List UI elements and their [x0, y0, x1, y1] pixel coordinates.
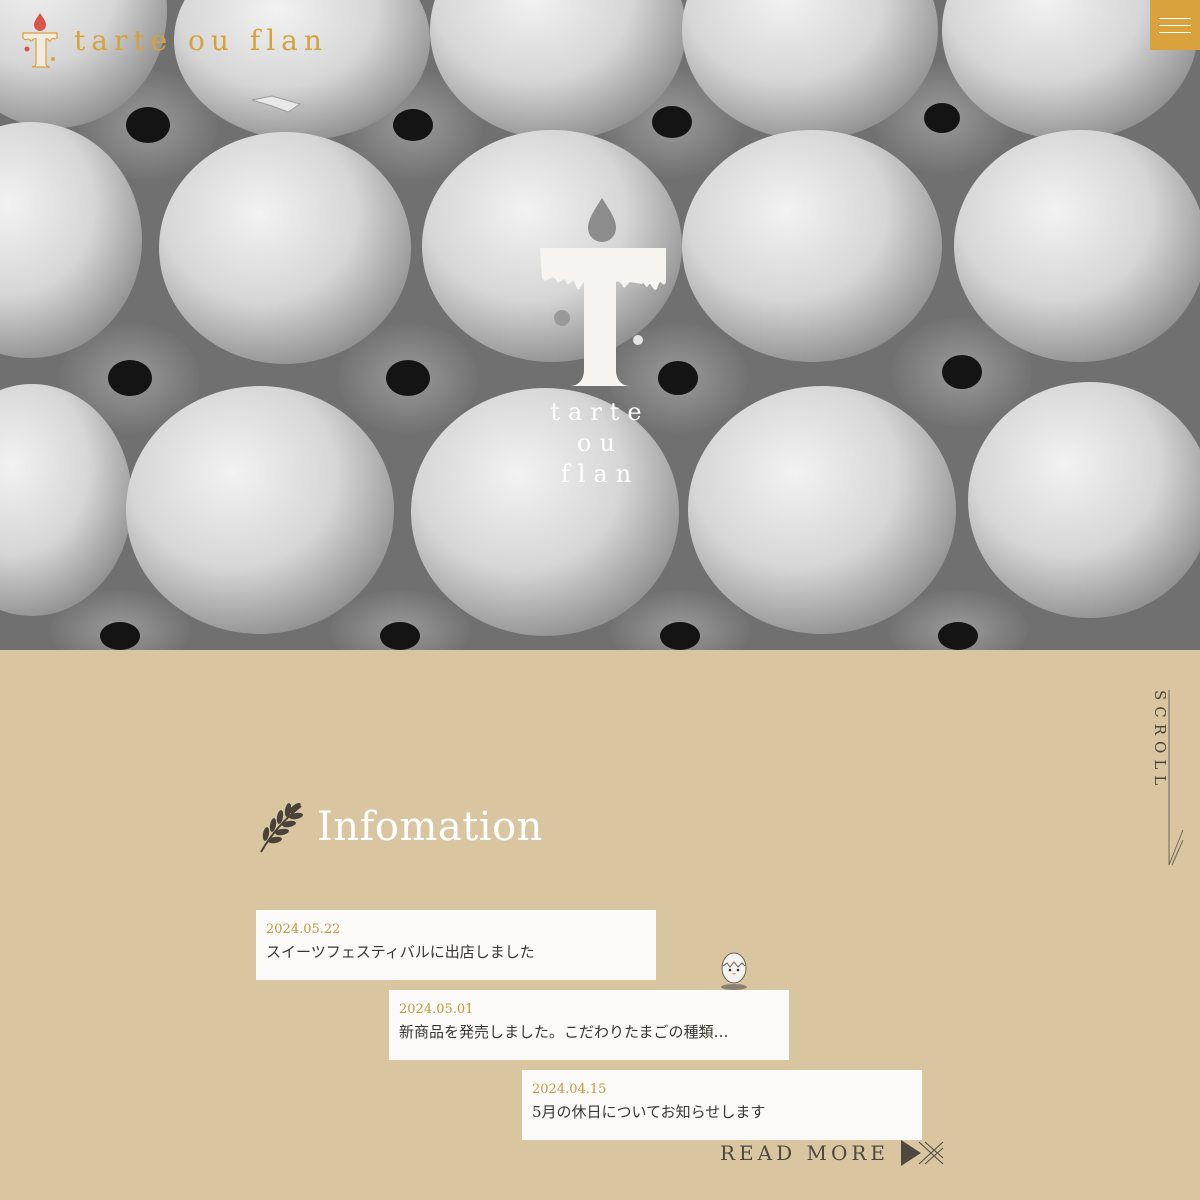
scroll-line-icon [1168, 690, 1184, 866]
news-item[interactable]: 2024.05.22 スイーツフェスティバルに出店しました [256, 910, 656, 980]
news-date: 2024.05.22 [266, 922, 341, 937]
hamburger-menu-icon [1159, 17, 1191, 19]
news-item[interactable]: 2024.05.01 新商品を発売しました。こだわりたまごの種類… [389, 990, 789, 1060]
news-title: 5月の休日についてお知らせします [532, 1103, 766, 1121]
tart-t-logo-icon [540, 198, 666, 386]
read-more-link[interactable]: READ MORE [720, 1136, 945, 1170]
news-date: 2024.04.15 [532, 1082, 607, 1097]
hamburger-menu-icon [1159, 31, 1191, 33]
hero-logo-line: tarte [550, 398, 650, 426]
arrow-right-icon [901, 1140, 944, 1166]
wheat-icon [260, 802, 303, 853]
information-title: Infomation [317, 804, 543, 850]
news-item[interactable]: 2024.04.15 5月の休日についてお知らせします [522, 1070, 922, 1140]
hero-center-logo: tarte ou flan [530, 190, 670, 491]
hamburger-menu-icon [1159, 24, 1191, 26]
egg-chick-icon [721, 952, 747, 990]
hero-logo-text: tarte ou flan [530, 397, 670, 491]
hero-logo-line: ou [577, 429, 623, 458]
news-title: スイーツフェスティバルに出店しました [266, 943, 535, 961]
hero-section: tarte ou flan tarte ou flan [0, 0, 1200, 650]
read-more-label: READ MORE [720, 1141, 890, 1165]
tart-t-logo-icon [22, 13, 58, 68]
news-date: 2024.05.01 [399, 1002, 474, 1017]
brand-name: tarte ou flan [74, 23, 328, 57]
scroll-indicator[interactable]: SCROLL [1140, 690, 1190, 870]
hero-logo-line: flan [560, 460, 640, 489]
header-logo-link[interactable]: tarte ou flan [20, 10, 328, 70]
information-heading: Infomation [255, 800, 543, 854]
menu-button[interactable] [1150, 0, 1200, 50]
news-title: 新商品を発売しました。こだわりたまごの種類… [399, 1023, 729, 1041]
